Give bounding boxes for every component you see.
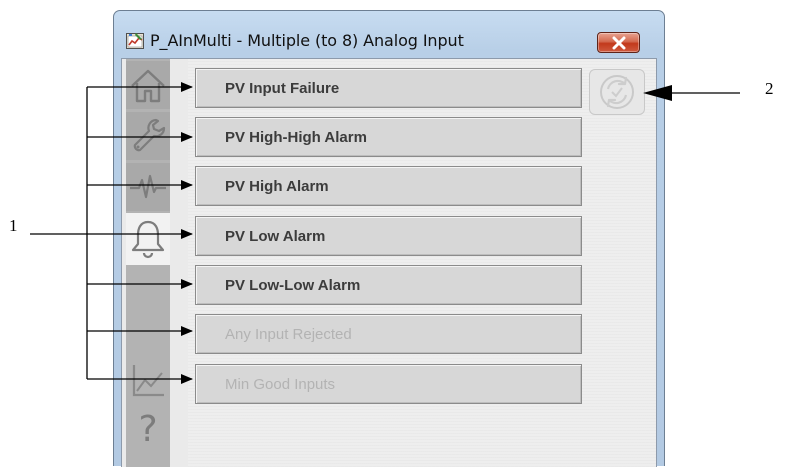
callout-label-2: 2 [765,79,774,98]
callout-overlay [30,82,740,384]
callout-1-lines [30,82,193,384]
callout-2-line [643,85,740,101]
callout-label-1: 1 [9,216,18,235]
